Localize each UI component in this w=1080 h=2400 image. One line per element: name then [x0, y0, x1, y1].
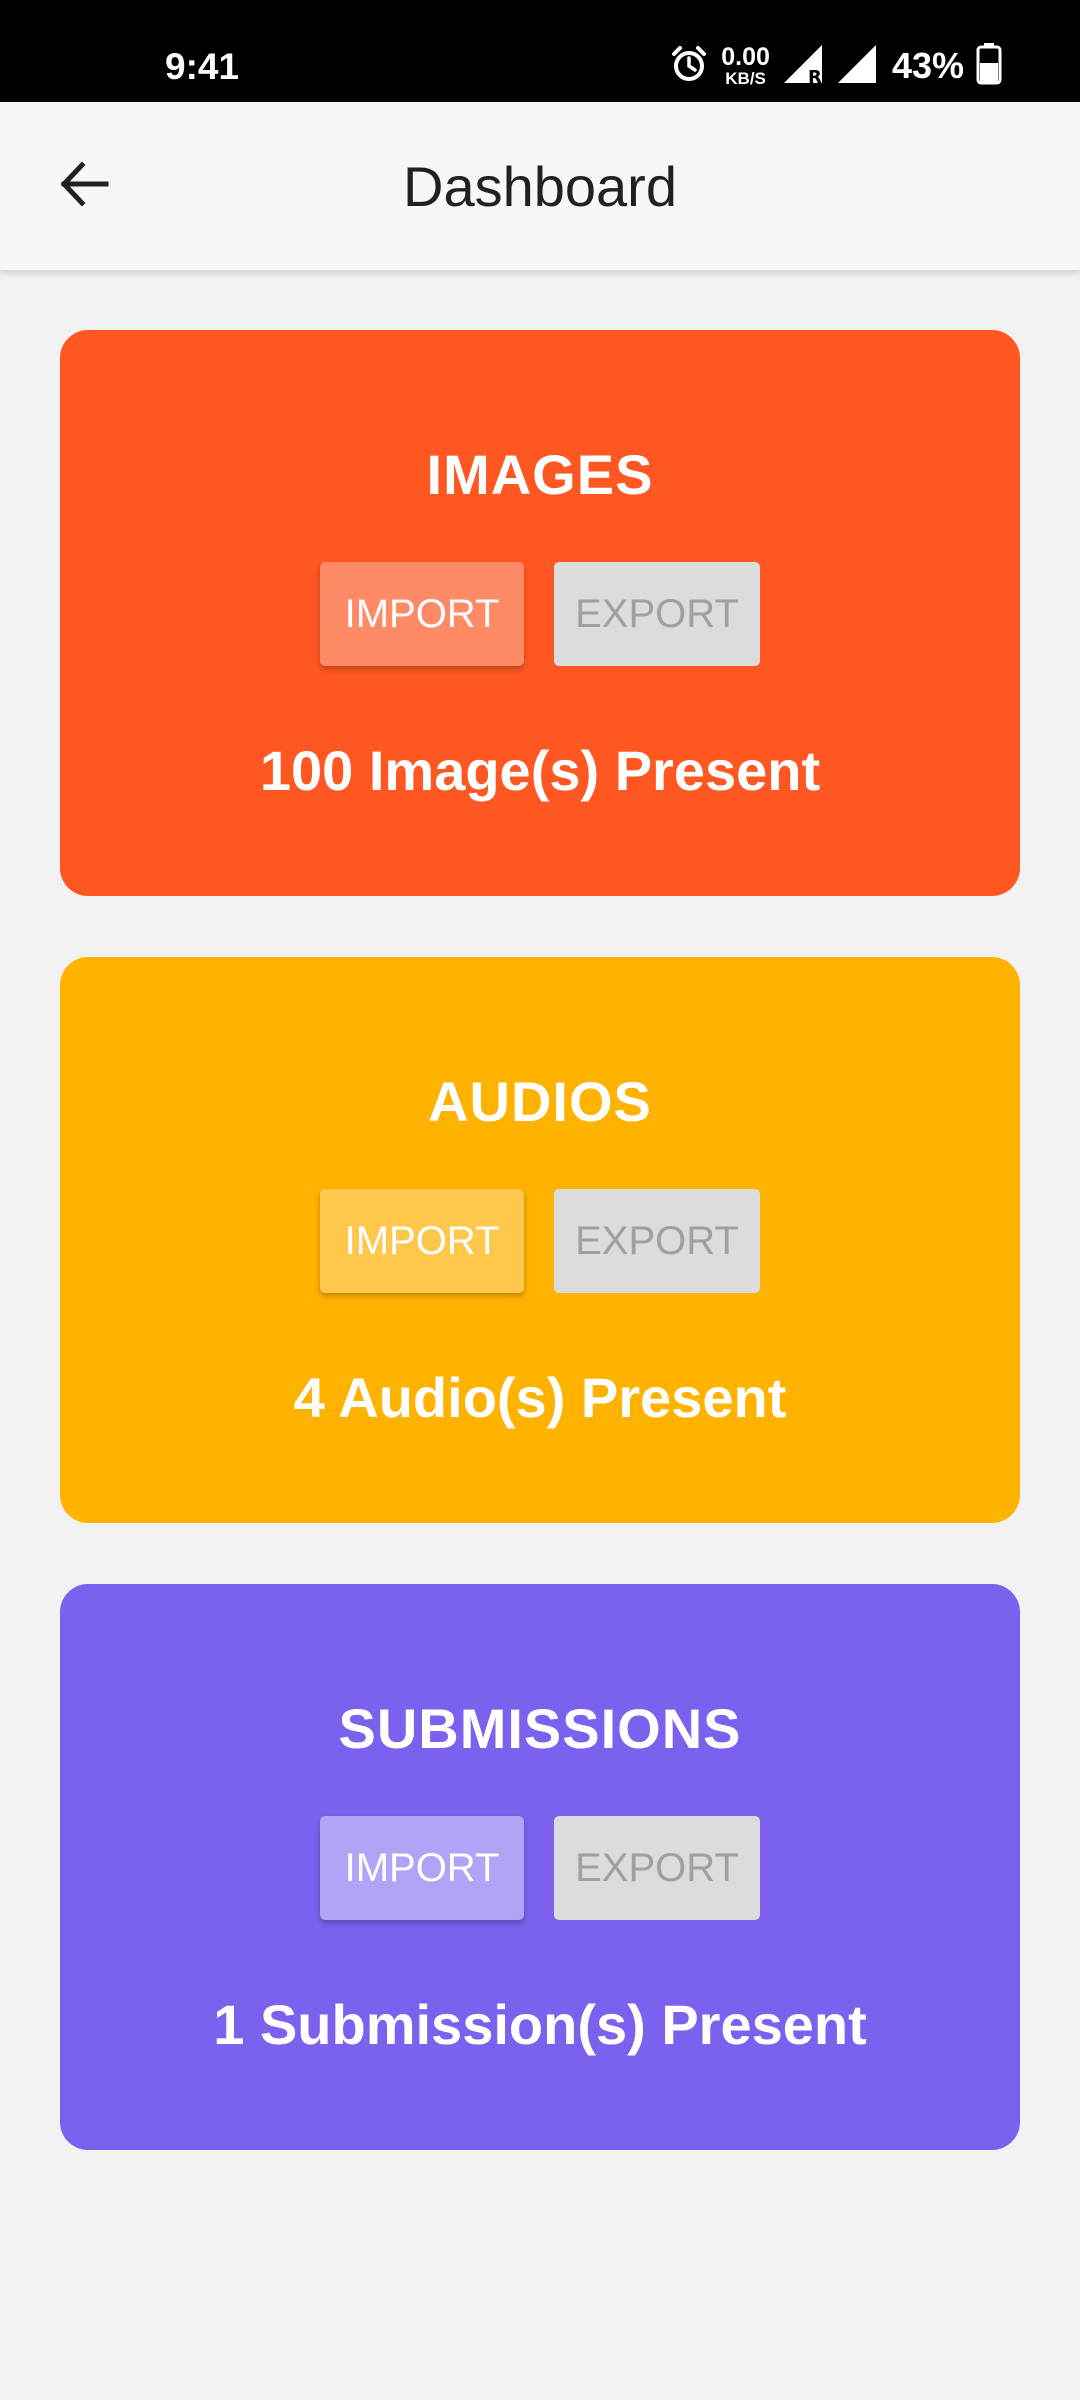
network-speed: 0.00 KB/S	[721, 43, 770, 88]
status-bar: 9:41 0.00 KB/S R 43%	[0, 0, 1080, 102]
audios-count-text: 4 Audio(s) Present	[293, 1366, 787, 1429]
app-bar: Dashboard	[0, 102, 1080, 270]
status-icons: 0.00 KB/S R 43%	[657, 42, 1002, 90]
images-button-row: IMPORT EXPORT	[60, 562, 1020, 666]
svg-text:R: R	[808, 67, 822, 85]
card-title-submissions: SUBMISSIONS	[338, 1697, 742, 1760]
cell-signal-roaming-icon: R	[782, 43, 824, 90]
network-speed-value: 0.00	[721, 43, 770, 71]
audios-import-button[interactable]: IMPORT	[320, 1189, 524, 1293]
audios-button-row: IMPORT EXPORT	[60, 1189, 1020, 1293]
card-title-audios: AUDIOS	[428, 1070, 652, 1133]
submissions-card: SUBMISSIONS IMPORT EXPORT 1 Submission(s…	[60, 1584, 1020, 2150]
submissions-count-text: 1 Submission(s) Present	[213, 1993, 867, 2056]
images-export-button[interactable]: EXPORT	[554, 562, 760, 666]
network-speed-unit: KB/S	[725, 69, 766, 88]
submissions-button-row: IMPORT EXPORT	[60, 1816, 1020, 1920]
images-import-button[interactable]: IMPORT	[320, 562, 524, 666]
battery-icon	[976, 42, 1002, 90]
cell-signal-icon	[836, 43, 878, 90]
images-count-text: 100 Image(s) Present	[259, 739, 821, 802]
card-title-images: IMAGES	[426, 443, 654, 506]
status-time: 9:41	[165, 46, 240, 87]
alarm-icon	[669, 44, 709, 89]
submissions-import-button[interactable]: IMPORT	[320, 1816, 524, 1920]
battery-percentage: 43%	[891, 45, 964, 86]
submissions-export-button[interactable]: EXPORT	[554, 1816, 760, 1920]
page-title: Dashboard	[403, 155, 677, 218]
audios-export-button[interactable]: EXPORT	[554, 1189, 760, 1293]
images-card: IMAGES IMPORT EXPORT 100 Image(s) Presen…	[60, 330, 1020, 896]
audios-card: AUDIOS IMPORT EXPORT 4 Audio(s) Present	[60, 957, 1020, 1523]
